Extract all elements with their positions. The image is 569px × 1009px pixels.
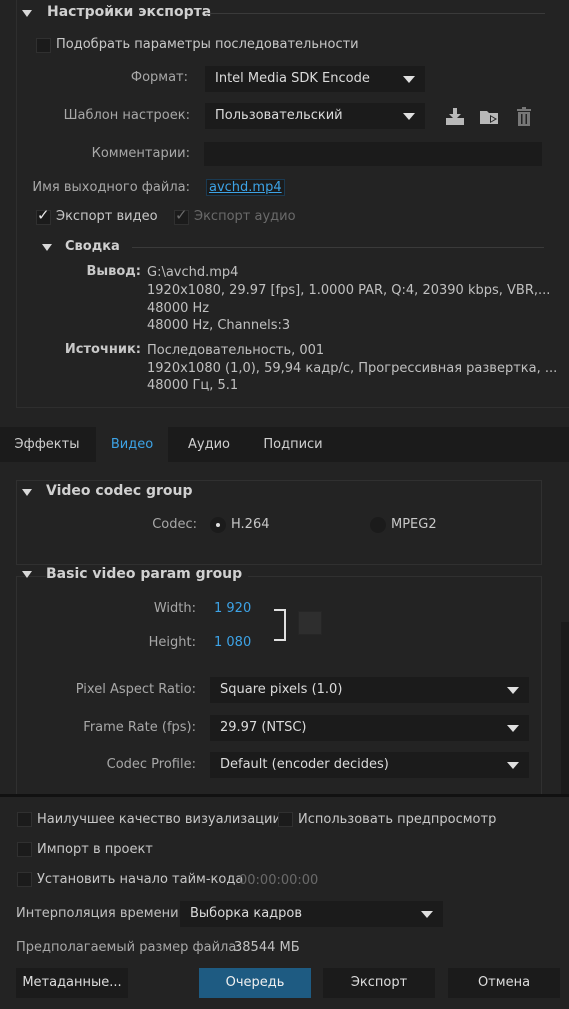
mpeg2-label: MPEG2 [391,517,437,532]
use-previews-label: Использовать предпросмотр [298,812,497,827]
height-value[interactable]: 1 080 [214,635,251,650]
set-timecode-checkbox[interactable] [17,872,32,887]
file-size-label: Предполагаемый размер файла: [16,940,241,955]
interp-value: Выборка кадров [190,906,303,921]
chevron-down-icon [421,911,433,918]
delete-preset-icon[interactable] [515,106,533,128]
chevron-down-icon [507,725,519,732]
metadata-button[interactable]: Метаданные... [16,968,128,998]
width-label: Width: [153,601,196,616]
constrain-proportions-toggle[interactable] [298,611,322,635]
collapse-codec-group-icon[interactable] [22,489,32,496]
par-label: Pixel Aspect Ratio: [75,682,196,697]
scrollbar[interactable] [561,622,569,794]
chevron-down-icon [403,113,415,120]
h264-radio[interactable] [210,517,226,533]
summary-output-line: 48000 Hz, Channels:3 [147,318,291,333]
import-preset-icon[interactable] [478,106,502,128]
par-dropdown[interactable]: Square pixels (1.0) [210,677,529,703]
h264-label: H.264 [231,517,270,532]
profile-dropdown[interactable]: Default (encoder decides) [210,752,529,778]
match-sequence-checkbox[interactable] [36,38,51,53]
section-divider [132,247,544,248]
checkmark-icon: ✓ [175,206,188,224]
preset-label: Шаблон настроек: [63,108,190,123]
width-value[interactable]: 1 920 [214,601,251,616]
file-size-value: 38544 МБ [234,940,300,955]
comments-label: Комментарии: [91,146,190,161]
format-label: Формат: [130,70,188,85]
codec-group-title: Video codec group [46,483,199,499]
comments-field[interactable] [204,142,542,166]
par-value: Square pixels (1.0) [220,682,343,697]
fps-dropdown[interactable]: 29.97 (NTSC) [210,715,529,741]
import-project-checkbox[interactable] [17,842,32,857]
summary-source-line: 48000 Гц, 5.1 [147,378,239,393]
summary-output-label: Вывод: [86,264,141,279]
preset-dropdown[interactable]: Пользовательский [205,103,425,129]
basic-group-title: Basic video param group [46,566,249,582]
radio-dot-icon [216,523,220,527]
max-quality-checkbox[interactable] [17,812,32,827]
tab-captions[interactable]: Подписи [250,427,336,462]
interp-dropdown[interactable]: Выборка кадров [180,901,443,927]
summary-source-label: Источник: [64,342,141,357]
tab-audio[interactable]: Аудио [170,427,248,462]
checkmark-icon: ✓ [37,206,50,224]
summary-title: Сводка [65,239,120,254]
queue-button[interactable]: Очередь [199,968,311,998]
save-preset-icon[interactable] [444,106,466,128]
tab-effects[interactable]: Эффекты [0,427,94,462]
format-dropdown[interactable]: Intel Media SDK Encode [205,66,425,92]
export-audio-label: Экспорт аудио [194,209,296,224]
codec-label: Codec: [152,517,197,532]
fps-label: Frame Rate (fps): [83,720,196,735]
set-timecode-label: Установить начало тайм-кода [37,872,244,887]
export-settings-title: Настройки экспорта [47,4,212,20]
output-name-label: Имя выходного файла: [32,180,190,195]
summary-source-line: 1920x1080 (1,0), 59,94 кадр/с, Прогресси… [147,361,558,376]
collapse-export-settings-icon[interactable] [22,10,32,17]
summary-source-line: Последовательность, 001 [147,343,325,358]
preset-value: Пользовательский [215,108,343,123]
use-previews-checkbox[interactable] [278,812,293,827]
chevron-down-icon [507,762,519,769]
format-value: Intel Media SDK Encode [215,71,370,86]
section-divider [205,13,545,14]
fps-value: 29.97 (NTSC) [220,720,307,735]
height-label: Height: [148,635,196,650]
chevron-down-icon [403,76,415,83]
interp-label: Интерполяция времени: [16,906,183,921]
summary-output-line: 1920x1080, 29.97 [fps], 1.0000 PAR, Q:4,… [147,283,551,298]
collapse-summary-icon[interactable] [42,244,52,251]
collapse-basic-group-icon[interactable] [22,571,32,578]
profile-value: Default (encoder decides) [220,757,389,772]
export-button[interactable]: Экспорт [323,968,435,998]
output-name-link[interactable]: avchd.mp4 [206,179,285,196]
cancel-button[interactable]: Отмена [448,968,560,998]
tab-video[interactable]: Видео [96,427,168,462]
max-quality-label: Наилучшее качество визуализации [37,812,281,827]
import-project-label: Импорт в проект [37,842,153,857]
link-bracket-icon [274,609,286,641]
summary-output-line: G:\avchd.mp4 [147,265,239,280]
mpeg2-radio[interactable] [370,517,386,533]
timecode-value: 00:00:00:00 [239,873,319,888]
chevron-down-icon [507,687,519,694]
summary-output-line: 48000 Hz [147,301,210,316]
profile-label: Codec Profile: [106,757,196,772]
match-sequence-label: Подобрать параметры последовательности [56,37,359,52]
export-video-label: Экспорт видео [56,209,158,224]
